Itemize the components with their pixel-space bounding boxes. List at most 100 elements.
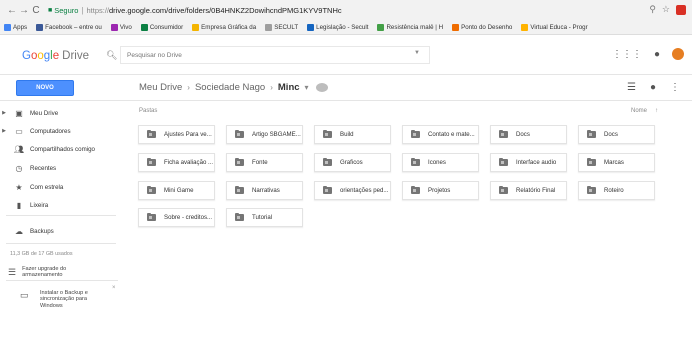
sidebar-item-my-drive[interactable]: ▶ ▣ Meu Drive	[0, 106, 58, 120]
bookmark-item[interactable]: Consumidor	[140, 24, 183, 31]
sidebar-item-trash[interactable]: ▮ Lixeira	[0, 198, 48, 212]
back-icon[interactable]: ←	[6, 5, 18, 16]
bookmark-item[interactable]: Vivo	[110, 24, 132, 31]
bookmark-favicon-icon	[36, 24, 44, 31]
folder-item[interactable]: Build	[314, 125, 391, 144]
folder-item[interactable]: Ficha avaliação ...	[138, 153, 215, 172]
sort-control[interactable]: Nome ↑	[631, 108, 658, 114]
shared-folder-icon	[499, 186, 508, 194]
folder-item[interactable]: Icones	[402, 153, 479, 172]
shared-folder-icon	[235, 213, 244, 221]
avatar[interactable]	[672, 48, 684, 60]
settings-icon[interactable]: ⋮	[670, 82, 680, 93]
sidebar-item-backups[interactable]: ☁ Backups	[0, 224, 54, 238]
bookmark-item[interactable]: Resistência malê | H	[377, 24, 443, 31]
folder-item[interactable]: Artigo SBGAME...	[226, 125, 303, 144]
folder-item[interactable]: orientações ped...	[314, 181, 391, 200]
sidebar-item-computers[interactable]: ▶ ▭ Computadores	[0, 124, 71, 138]
drive-toolbar: NOVO Meu Drive › Sociedade Nago › Minc ▾…	[0, 75, 692, 101]
breadcrumb-sociedade-nago[interactable]: Sociedade Nago	[195, 82, 265, 93]
bookmark-favicon-icon	[521, 24, 529, 31]
reload-icon[interactable]: C	[30, 5, 42, 16]
bookmark-favicon-icon	[307, 24, 315, 31]
sidebar-item-starred[interactable]: ★ Com estrela	[0, 180, 63, 194]
bookmark-favicon-icon	[452, 24, 460, 31]
bookmark-item[interactable]: Facebook – entre ou	[36, 24, 102, 31]
folder-item[interactable]: Relatório Final	[490, 181, 567, 200]
bookmark-star-icon[interactable]: ☆	[662, 4, 670, 15]
info-icon[interactable]: ●	[650, 82, 656, 93]
view-actions: ☰ ● ⋮	[627, 82, 680, 93]
search-options-icon[interactable]: ▼	[414, 50, 420, 56]
folder-item[interactable]: Docs	[578, 125, 655, 144]
shared-folder-icon	[147, 158, 156, 166]
people-icon: 👥︎	[13, 144, 25, 154]
shared-folder-icon	[235, 130, 244, 138]
cloud-icon: ☁	[15, 226, 23, 236]
list-view-icon[interactable]: ☰	[627, 82, 636, 93]
sidebar-item-shared[interactable]: 👥︎ Compartilhados comigo	[0, 142, 95, 156]
bookmark-item[interactable]: SECULT	[265, 24, 298, 31]
folder-name: Ajustes Para ve...	[164, 131, 212, 138]
zoom-icon[interactable]: ⚲	[649, 4, 656, 15]
folder-item[interactable]: Fonte	[226, 153, 303, 172]
folder-name: Relatório Final	[516, 187, 556, 194]
new-button[interactable]: NOVO	[16, 80, 74, 96]
folder-item[interactable]: Graficos	[314, 153, 391, 172]
folder-item[interactable]: Contato e mate...	[402, 125, 479, 144]
shared-folder-icon	[587, 158, 596, 166]
forward-icon[interactable]: →	[18, 5, 30, 16]
bookmark-item[interactable]: Empresa Gráfica da	[192, 24, 256, 31]
sidebar-item-recent[interactable]: ◷ Recentes	[0, 161, 57, 175]
bookmark-favicon-icon	[377, 24, 385, 31]
shared-folder-icon	[411, 158, 420, 166]
folder-name: Docs	[516, 131, 530, 138]
browser-actions: ⚲ ☆	[649, 4, 686, 15]
bookmark-item[interactable]: Virtual Educa - Progr	[521, 24, 588, 31]
drive-header: GoogleDrive 🔍︎ ▼ ⋮⋮⋮ ●	[0, 35, 692, 75]
breadcrumb-my-drive[interactable]: Meu Drive	[139, 82, 182, 93]
folder-item[interactable]: Mini Game	[138, 181, 215, 200]
extension-icon[interactable]	[676, 4, 686, 15]
bookmark-favicon-icon	[265, 24, 273, 31]
breadcrumb: Meu Drive › Sociedade Nago › Minc ▾	[139, 82, 328, 93]
folder-item[interactable]: Tutorial	[226, 208, 303, 227]
bookmark-item[interactable]: Ponto do Desenho	[452, 24, 512, 31]
bookmark-favicon-icon	[192, 24, 200, 31]
folder-item[interactable]: Sobre - creditos...	[138, 208, 215, 227]
folder-item[interactable]: Docs	[490, 125, 567, 144]
shared-people-icon[interactable]	[315, 83, 328, 92]
expand-arrow-icon[interactable]: ▶	[0, 110, 8, 116]
search-icon[interactable]: 🔍︎	[106, 50, 117, 61]
folder-item[interactable]: Interface audio	[490, 153, 567, 172]
browser-url-bar: ← → C ■ Seguro | https://drive.google.co…	[0, 0, 692, 21]
chevron-down-icon[interactable]: ▾	[305, 83, 309, 92]
lock-icon: ■	[48, 7, 53, 14]
bookmarks-bar: Apps Facebook – entre ou Vivo Consumidor Emp…	[0, 21, 692, 35]
folder-name: Docs	[604, 131, 618, 138]
trash-icon: ▮	[16, 200, 22, 210]
search-input[interactable]	[120, 46, 430, 64]
expand-arrow-icon[interactable]: ▶	[0, 128, 8, 134]
shared-folder-icon	[235, 158, 244, 166]
breadcrumb-current[interactable]: Minc	[278, 82, 300, 93]
shared-folder-icon	[499, 158, 508, 166]
close-icon[interactable]: ×	[112, 285, 116, 291]
apps-grid-icon[interactable]: ⋮⋮⋮	[612, 49, 642, 60]
folder-item[interactable]: Narrativas	[226, 181, 303, 200]
shared-folder-icon	[587, 186, 596, 194]
bookmark-favicon-icon	[140, 24, 148, 31]
sort-arrow-icon[interactable]: ↑	[655, 108, 658, 114]
folder-item[interactable]: Marcas	[578, 153, 655, 172]
address-field[interactable]: https://drive.google.com/drive/folders/0…	[87, 6, 342, 15]
google-drive-logo[interactable]: Google Drive	[22, 50, 89, 62]
bookmark-item[interactable]: Apps	[4, 24, 27, 31]
folder-item[interactable]: Ajustes Para ve...	[138, 125, 215, 144]
my-drive-icon: ▣	[15, 108, 23, 118]
bookmark-item[interactable]: Legislação - Secult	[307, 24, 368, 31]
folder-item[interactable]: Projetos	[402, 181, 479, 200]
account-icon[interactable]: ●	[654, 49, 660, 60]
folder-item[interactable]: Roteiro	[578, 181, 655, 200]
backup-promo[interactable]: ▭ Instalar o Backup e sincronização para W…	[6, 280, 118, 330]
upgrade-storage-link[interactable]: ☰ Fazer upgrade do armazenamento	[8, 266, 66, 278]
